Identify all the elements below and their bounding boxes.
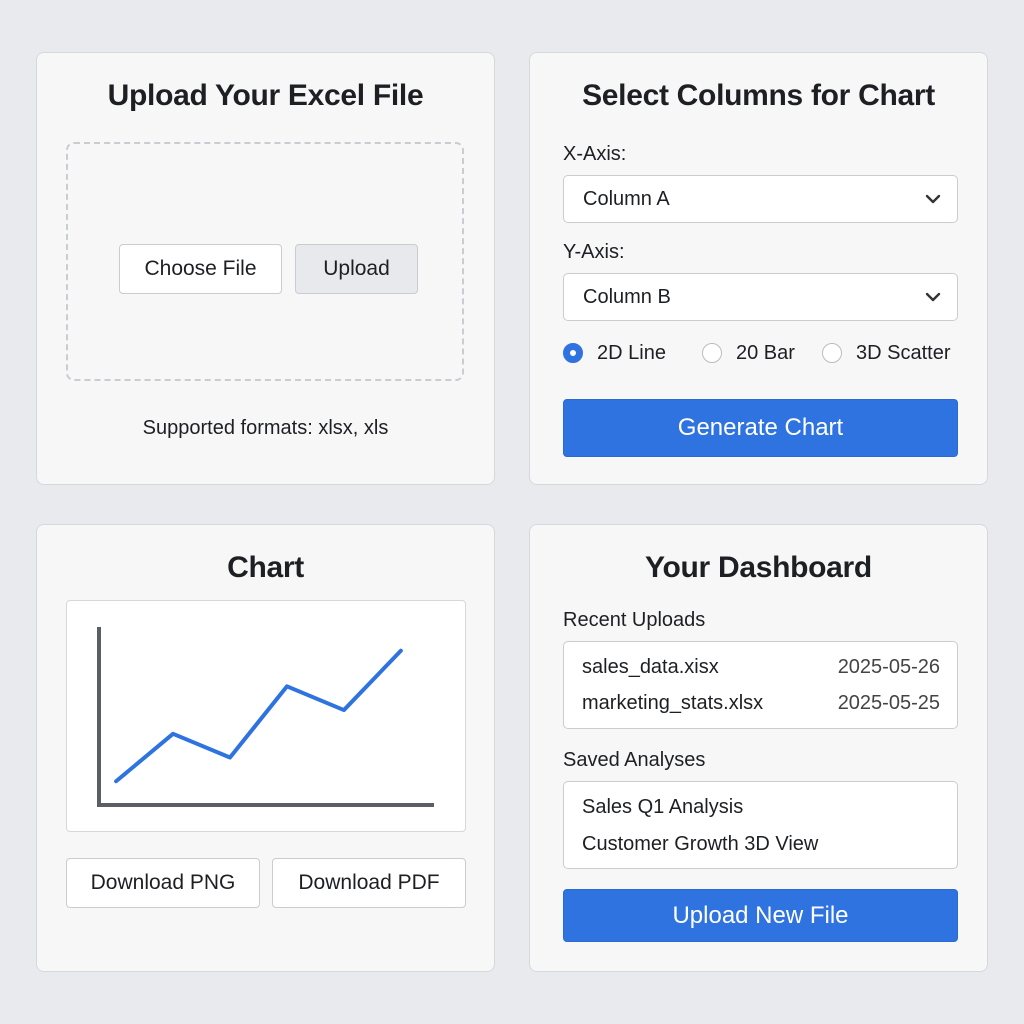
chart-title: Chart	[227, 551, 304, 584]
upload-new-file-button[interactable]: Upload New File	[563, 889, 958, 942]
saved-analyses-label: Saved Analyses	[563, 749, 706, 771]
chevron-down-icon	[925, 194, 941, 204]
dashboard-panel: Your Dashboard Recent Uploads sales_data…	[529, 524, 988, 972]
supported-formats-note: Supported formats: xlsx, xls	[142, 417, 389, 439]
generate-chart-button[interactable]: Generate Chart	[563, 399, 958, 457]
analysis-name: Sales Q1 Analysis	[582, 795, 744, 818]
chart-panel: Chart Download PNG Download PDF	[36, 524, 495, 972]
radio-2d-line[interactable]: 2D Line	[563, 340, 666, 366]
saved-analyses-list: Sales Q1 Analysis Customer Growth 3D Vie…	[563, 781, 958, 869]
chart-area	[66, 600, 466, 832]
radio-2d-bar[interactable]: 20 Bar	[702, 340, 795, 366]
radio-dot[interactable]	[563, 343, 583, 363]
download-pdf-button[interactable]: Download PDF	[272, 858, 466, 908]
x-axis-select[interactable]: Column A	[563, 175, 958, 223]
radio-label: 20 Bar	[736, 341, 795, 364]
x-axis-label: X-Axis:	[563, 143, 627, 165]
radio-3d-scatter[interactable]: 3D Scatter	[822, 340, 950, 366]
file-date: 2025-05-25	[837, 691, 940, 714]
series-line	[114, 648, 403, 784]
y-axis-label: Y-Axis:	[563, 241, 625, 263]
radio-label: 3D Scatter	[856, 341, 951, 364]
y-axis-select[interactable]: Column B	[563, 273, 958, 321]
radio-dot[interactable]	[702, 343, 722, 363]
radio-label: 2D Line	[597, 341, 666, 364]
y-axis-value: Column B	[583, 285, 671, 308]
list-item[interactable]: marketing_stats.xlsx 2025-05-25	[582, 690, 940, 716]
file-date: 2025-05-26	[837, 655, 940, 678]
list-item[interactable]: Sales Q1 Analysis	[582, 794, 940, 820]
file-name: marketing_stats.xlsx	[582, 691, 764, 714]
dashboard-title: Your Dashboard	[645, 551, 872, 584]
select-title: Select Columns for Chart	[582, 79, 935, 112]
file-name: sales_data.xisx	[582, 655, 719, 678]
file-dropzone[interactable]: Choose File Upload	[66, 142, 464, 381]
line-chart	[97, 627, 434, 807]
list-item[interactable]: sales_data.xisx 2025-05-26	[582, 654, 940, 680]
x-axis-value: Column A	[583, 187, 670, 210]
recent-uploads-list: sales_data.xisx 2025-05-26 marketing_sta…	[563, 641, 958, 729]
download-png-button[interactable]: Download PNG	[66, 858, 260, 908]
upload-panel: Upload Your Excel File Choose File Uploa…	[36, 52, 495, 485]
list-item[interactable]: Customer Growth 3D View	[582, 831, 940, 857]
chevron-down-icon	[925, 292, 941, 302]
radio-dot[interactable]	[822, 343, 842, 363]
choose-file-button[interactable]: Choose File	[119, 244, 282, 294]
analysis-name: Customer Growth 3D View	[582, 832, 819, 855]
upload-button[interactable]: Upload	[295, 244, 418, 294]
select-columns-panel: Select Columns for Chart X-Axis: Column …	[529, 52, 988, 485]
upload-title: Upload Your Excel File	[107, 79, 424, 112]
recent-uploads-label: Recent Uploads	[563, 609, 706, 631]
chart-type-radio-group: 2D Line 20 Bar 3D Scatter	[563, 340, 963, 366]
